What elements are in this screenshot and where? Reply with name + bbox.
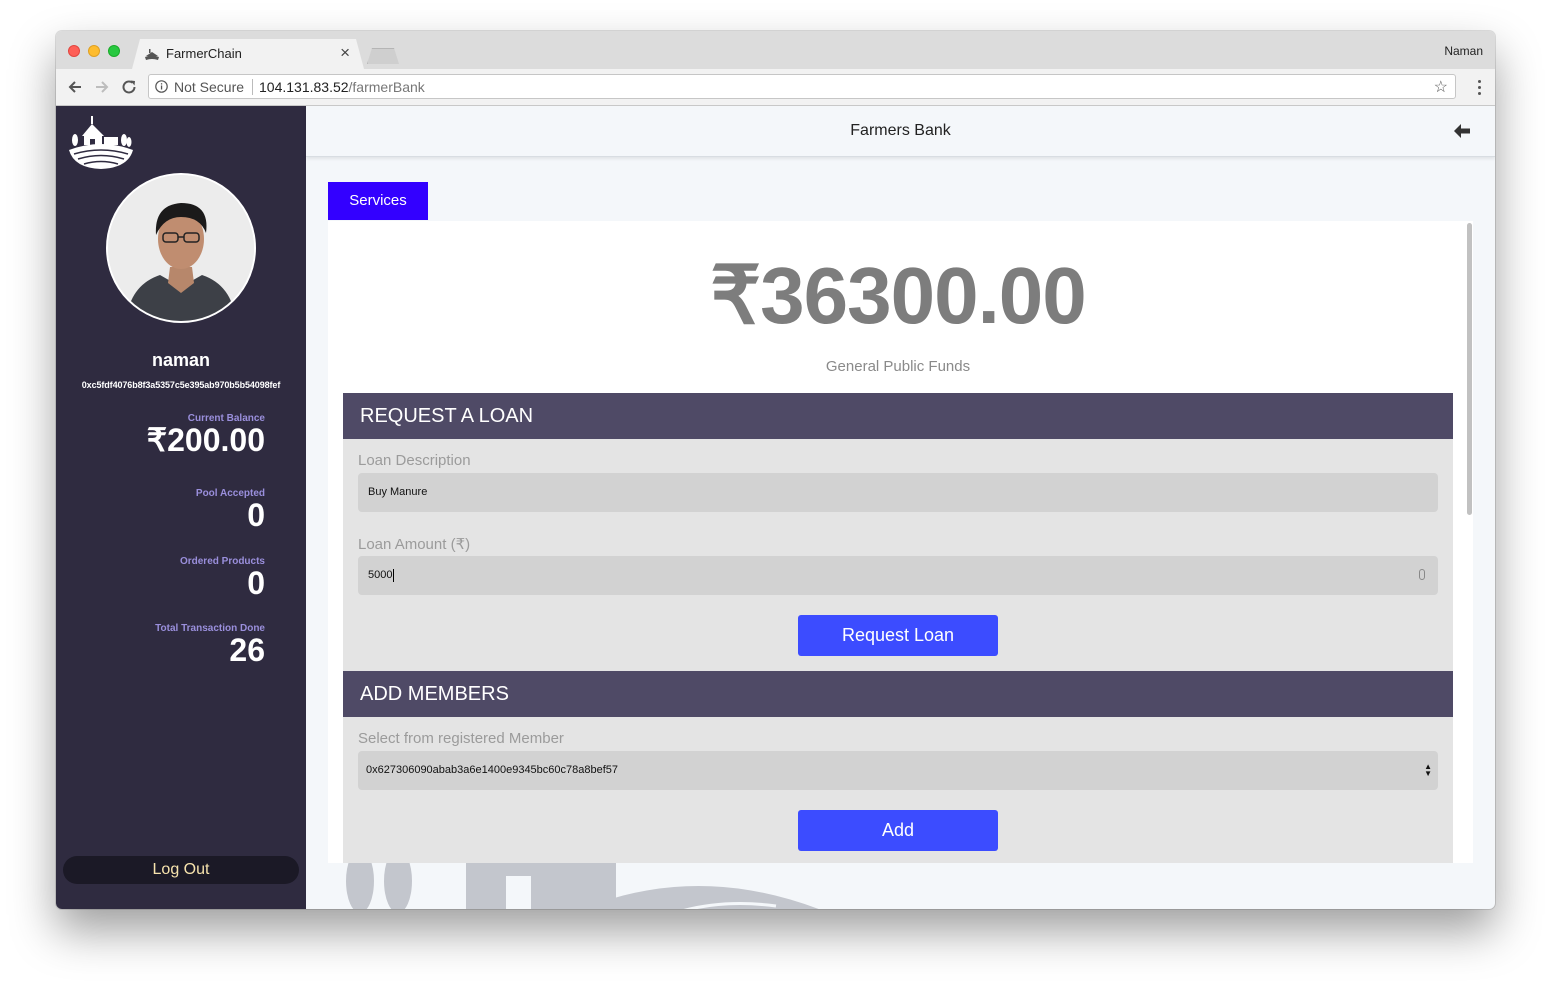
loan-amount-value: 5000 bbox=[368, 569, 393, 581]
stat-value: 0 bbox=[247, 565, 265, 601]
tab-strip: FarmerChain × Naman bbox=[56, 31, 1495, 69]
tab-title: FarmerChain bbox=[166, 46, 242, 61]
close-window-button[interactable] bbox=[68, 45, 80, 57]
tab-close-icon[interactable]: × bbox=[340, 43, 350, 63]
farm-favicon-icon bbox=[145, 49, 159, 60]
loan-amount-input[interactable]: 5000 bbox=[358, 556, 1438, 595]
public-funds-label: General Public Funds bbox=[825, 358, 971, 375]
add-members-heading: ADD MEMBERS bbox=[343, 671, 1453, 717]
browser-toolbar: Not Secure 104.131.83.52/farmerBank ☆ bbox=[56, 69, 1495, 106]
stat-total-transactions: Total Transaction Done 26 bbox=[155, 623, 265, 666]
page-header: Farmers Bank bbox=[306, 106, 1495, 157]
user-name: naman bbox=[151, 350, 211, 370]
logout-button[interactable]: Log Out bbox=[63, 856, 299, 884]
browser-tab-farmerchain[interactable]: FarmerChain × bbox=[132, 39, 364, 69]
forward-arrow-icon[interactable] bbox=[92, 77, 112, 97]
stat-value: ₹200.00 bbox=[146, 422, 265, 458]
reload-icon[interactable] bbox=[119, 77, 139, 97]
member-select-value: 0x627306090abab3a6e1400e9345bc60c78a8bef… bbox=[366, 764, 619, 776]
back-arrow-icon[interactable] bbox=[1453, 123, 1471, 139]
browser-menu-icon[interactable] bbox=[1478, 80, 1482, 96]
loan-amount-label: Loan Amount (₹) bbox=[358, 536, 471, 553]
add-members-form: Select from registered Member 0x62730609… bbox=[343, 717, 1453, 863]
avatar[interactable] bbox=[106, 173, 256, 323]
info-icon[interactable] bbox=[155, 80, 168, 93]
stat-value: 0 bbox=[247, 497, 265, 533]
url-host: 104.131.83.52 bbox=[259, 79, 349, 95]
address-bar[interactable]: Not Secure 104.131.83.52/farmerBank ☆ bbox=[148, 74, 1456, 99]
tab-services[interactable]: Services bbox=[328, 182, 428, 220]
user-portrait-icon bbox=[108, 175, 254, 321]
bookmark-star-icon[interactable]: ☆ bbox=[1434, 77, 1448, 97]
new-tab-button[interactable] bbox=[367, 48, 399, 64]
stat-current-balance: Current Balance ₹200.00 bbox=[147, 413, 265, 456]
security-label[interactable]: Not Secure bbox=[174, 79, 244, 95]
member-select[interactable]: 0x627306090abab3a6e1400e9345bc60c78a8bef… bbox=[358, 751, 1438, 790]
sidebar: naman 0xc5fdf4076b8f3a5357c5e395ab970b5b… bbox=[56, 106, 306, 909]
maximize-window-button[interactable] bbox=[108, 45, 120, 57]
loan-description-input[interactable]: Buy Manure bbox=[358, 473, 1438, 512]
minimize-window-button[interactable] bbox=[88, 45, 100, 57]
stat-pool-accepted: Pool Accepted 0 bbox=[196, 488, 265, 531]
farm-logo-icon bbox=[69, 116, 133, 169]
url-text[interactable]: 104.131.83.52/farmerBank bbox=[259, 79, 425, 95]
address-divider bbox=[252, 79, 253, 95]
stat-value: 26 bbox=[229, 632, 265, 668]
url-path: /farmerBank bbox=[348, 79, 425, 95]
public-funds-amount: ₹36300.00 bbox=[710, 251, 1087, 340]
stat-ordered-products: Ordered Products 0 bbox=[180, 556, 265, 599]
member-select-label: Select from registered Member bbox=[358, 730, 564, 747]
user-wallet-address: 0xc5fdf4076b8f3a5357c5e395ab970b5b54098f… bbox=[81, 380, 281, 390]
page: naman 0xc5fdf4076b8f3a5357c5e395ab970b5b… bbox=[56, 106, 1495, 909]
request-loan-form: Loan Description Buy Manure Loan Amount … bbox=[343, 439, 1453, 671]
back-arrow-icon[interactable] bbox=[65, 77, 85, 97]
select-arrows-icon: ▲ ▼ bbox=[1424, 762, 1432, 778]
services-panel: ₹36300.00 General Public Funds REQUEST A… bbox=[328, 221, 1473, 863]
text-caret bbox=[393, 568, 395, 582]
profile-name[interactable]: Naman bbox=[1444, 44, 1483, 58]
request-loan-heading: REQUEST A LOAN bbox=[343, 393, 1453, 439]
page-title: Farmers Bank bbox=[850, 122, 951, 139]
add-member-button[interactable]: Add bbox=[798, 810, 998, 851]
number-spinner-icon[interactable] bbox=[1419, 569, 1425, 580]
request-loan-button[interactable]: Request Loan bbox=[798, 615, 998, 656]
loan-description-label: Loan Description bbox=[358, 452, 471, 469]
browser-window: FarmerChain × Naman Not Secure 104.131.8… bbox=[56, 31, 1495, 909]
